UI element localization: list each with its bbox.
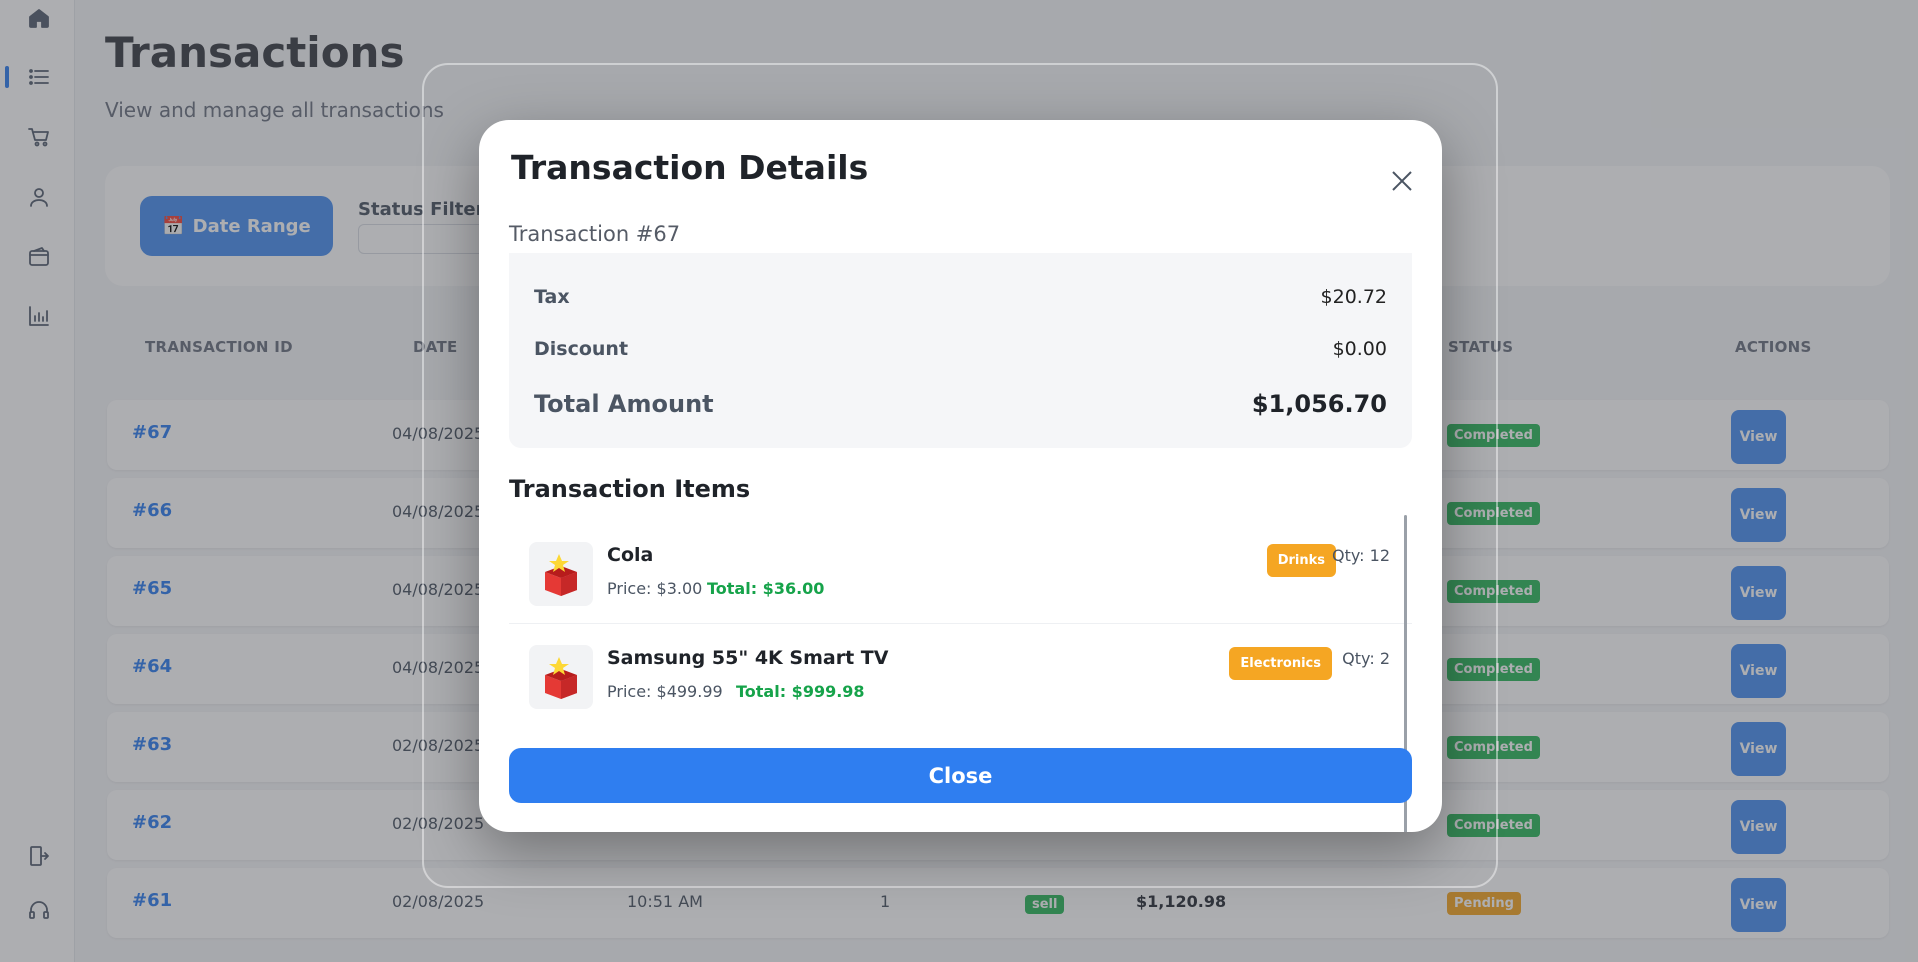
item-price: Price: $499.99 [607, 682, 723, 701]
modal-title: Transaction Details [511, 148, 869, 187]
item-name: Cola [607, 544, 654, 566]
items-title: Transaction Items [509, 475, 751, 503]
gift-box-icon [529, 645, 593, 709]
category-badge: Electronics [1229, 647, 1332, 680]
gift-box-icon [529, 542, 593, 606]
discount-value: $0.00 [1332, 338, 1387, 360]
category-badge: Drinks [1266, 544, 1336, 577]
total-amount-value: $1,056.70 [1251, 390, 1387, 418]
transaction-details-modal: Transaction Details Transaction #67 Tax … [479, 120, 1442, 832]
close-icon[interactable] [1389, 168, 1415, 194]
summary-panel: Tax $20.72 Discount $0.00 Total Amount $… [509, 253, 1412, 448]
item-name: Samsung 55" 4K Smart TV [607, 647, 889, 669]
item-total: Total: $36.00 [707, 579, 825, 598]
tax-value: $20.72 [1320, 286, 1387, 308]
item-price: Price: $3.00 [607, 579, 703, 598]
discount-label: Discount [534, 338, 629, 360]
item-total: Total: $999.98 [736, 682, 865, 701]
modal-subtitle: Transaction #67 [509, 222, 681, 246]
modal-scroll-area[interactable]: Tax $20.72 Discount $0.00 Total Amount $… [509, 253, 1412, 726]
item-quantity: Qty: 12 [1331, 546, 1390, 565]
total-amount-label: Total Amount [534, 390, 714, 418]
list-item: Cola Price: $3.00 Total: $36.00 Drinks Q… [509, 524, 1412, 624]
list-item: Samsung 55" 4K Smart TV Price: $499.99 T… [509, 627, 1412, 726]
item-quantity: Qty: 2 [1342, 649, 1390, 668]
tax-label: Tax [534, 286, 570, 308]
close-button[interactable]: Close [509, 748, 1412, 803]
